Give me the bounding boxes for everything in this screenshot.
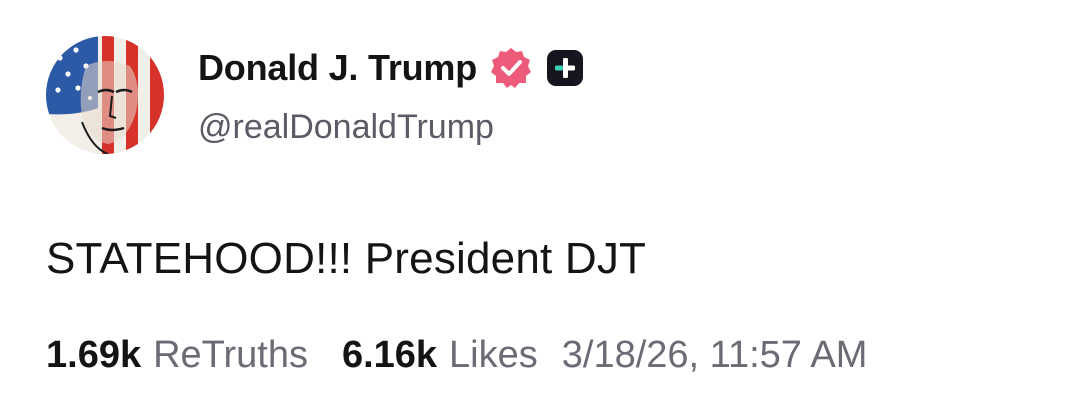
author-handle[interactable]: @realDonaldTrump	[198, 108, 494, 147]
post-card: Donald J. Trump @realDonaldTrump STATEHO…	[0, 0, 1080, 397]
retruths-label: ReTruths	[153, 334, 308, 376]
likes-count: 6.16k	[341, 334, 438, 376]
post-stats: 1.69k ReTruths 6.16k Likes 3/18/26, 11:5…	[46, 334, 867, 377]
truth-plus-icon	[547, 50, 584, 86]
post-text: STATEHOOD!!! President DJT	[46, 234, 647, 283]
author-display-name[interactable]: Donald J. Trump	[198, 47, 477, 89]
avatar-image	[46, 36, 164, 154]
post-timestamp: 3/18/26, 11:57 AM	[561, 334, 868, 376]
verified-badge-icon	[489, 46, 533, 90]
author-row: Donald J. Trump	[198, 44, 584, 92]
avatar[interactable]	[46, 36, 164, 154]
retruths-count: 1.69k	[46, 334, 142, 376]
likes-label: Likes	[449, 334, 538, 376]
likes-stat[interactable]: 6.16k Likes	[342, 334, 538, 377]
retruths-stat[interactable]: 1.69k ReTruths	[46, 334, 308, 377]
